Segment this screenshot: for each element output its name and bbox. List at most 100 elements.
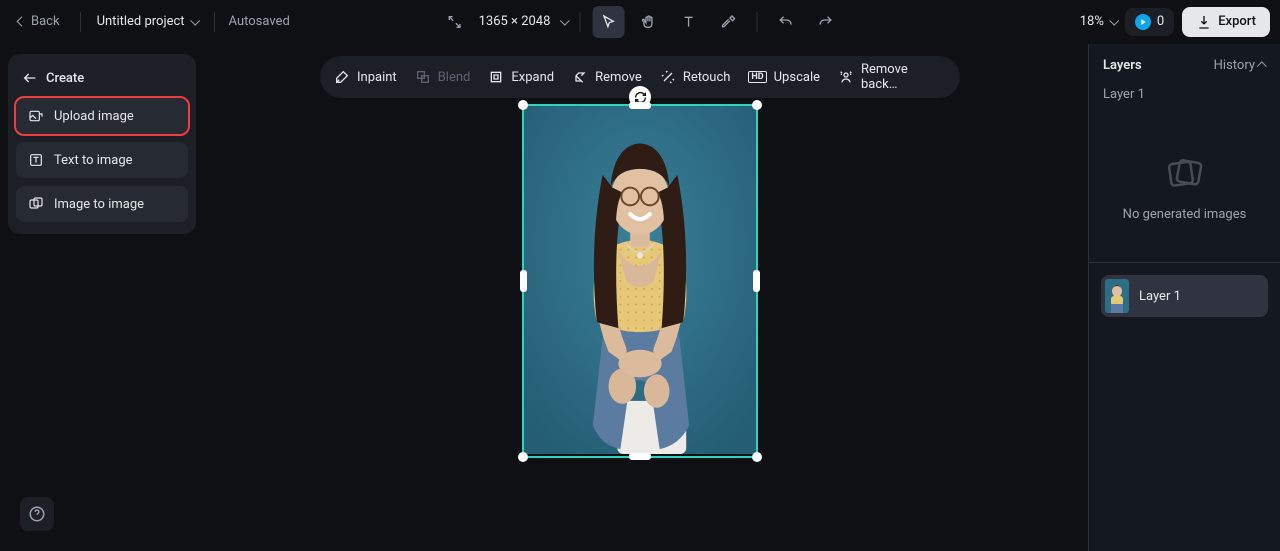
credits-value: 0 — [1157, 14, 1164, 29]
separator — [756, 12, 757, 32]
upscale-label: Upscale — [774, 70, 820, 85]
upload-image-icon — [28, 108, 44, 124]
blend-label: Blend — [438, 70, 471, 85]
pointer-icon — [600, 14, 616, 30]
remove-bg-label: Remove back… — [861, 62, 946, 92]
selection-bounding-box[interactable] — [522, 104, 758, 458]
blend-icon — [415, 69, 431, 85]
redo-icon — [817, 14, 833, 30]
main-area: Create Upload image Text to image Image … — [0, 44, 1280, 551]
separator — [214, 12, 215, 32]
autosaved-label: Autosaved — [229, 14, 290, 29]
layer-item[interactable]: Layer 1 — [1101, 275, 1268, 317]
chevron-left-icon — [17, 17, 27, 27]
canvas[interactable] — [522, 104, 758, 458]
upload-image-option[interactable]: Upload image — [16, 98, 188, 134]
canvas-image — [524, 106, 756, 454]
eyedropper-tool-button[interactable] — [712, 6, 744, 38]
selected-layer-name: Layer 1 — [1089, 79, 1280, 112]
blend-tool: Blend — [415, 69, 471, 85]
credits-icon — [1135, 14, 1151, 30]
project-name-dropdown[interactable]: Untitled project — [93, 8, 202, 35]
images-empty-icon — [1165, 153, 1205, 193]
hand-tool-button[interactable] — [632, 6, 664, 38]
upload-image-label: Upload image — [54, 109, 134, 124]
zoom-dropdown[interactable]: 18% — [1080, 14, 1117, 29]
autosave-status: Autosaved — [227, 8, 298, 35]
upscale-tool[interactable]: HD Upscale — [748, 70, 820, 85]
text-tool-button[interactable] — [672, 6, 704, 38]
back-button[interactable]: Back — [10, 8, 68, 35]
project-name: Untitled project — [97, 14, 185, 29]
image-to-image-option[interactable]: Image to image — [16, 186, 188, 222]
help-icon — [28, 505, 46, 523]
export-button[interactable]: Export — [1182, 7, 1270, 37]
eyedropper-icon — [720, 14, 736, 30]
collapse-arrow-icon — [22, 70, 38, 86]
chevron-down-icon — [1109, 16, 1119, 26]
text-icon — [680, 14, 696, 30]
top-bar: Back Untitled project Autosaved 1365 × 2… — [0, 0, 1280, 44]
resize-handle-right[interactable] — [753, 270, 760, 292]
create-label: Create — [46, 71, 84, 86]
inpaint-tool[interactable]: Inpaint — [334, 69, 397, 85]
undo-button[interactable] — [769, 6, 801, 38]
image-to-image-label: Image to image — [54, 197, 144, 212]
remove-icon — [572, 69, 588, 85]
canvas-dimensions-dropdown[interactable]: 1365 × 2048 — [479, 14, 568, 29]
resize-handle-bottom-left[interactable] — [518, 452, 528, 462]
retouch-icon — [660, 69, 676, 85]
resize-handle-left[interactable] — [520, 270, 527, 292]
text-to-image-label: Text to image — [54, 153, 133, 168]
layer-thumbnail — [1105, 279, 1129, 313]
dimensions-text: 1365 × 2048 — [479, 14, 551, 29]
zoom-value: 18% — [1080, 14, 1104, 29]
inpaint-label: Inpaint — [357, 70, 397, 85]
resize-handle-top-right[interactable] — [752, 100, 762, 110]
remove-tool[interactable]: Remove — [572, 69, 642, 85]
retouch-label: Retouch — [683, 70, 731, 85]
export-label: Export — [1218, 14, 1256, 29]
layer-list: Layer 1 — [1089, 263, 1280, 329]
chevron-down-icon — [190, 16, 200, 26]
chevron-up-icon — [1257, 61, 1267, 71]
text-to-image-icon — [28, 152, 44, 168]
back-label: Back — [31, 14, 60, 29]
layer-item-label: Layer 1 — [1139, 289, 1181, 304]
help-button[interactable] — [20, 497, 54, 531]
create-panel-header[interactable]: Create — [16, 64, 188, 98]
undo-icon — [777, 14, 793, 30]
fit-canvas-button[interactable] — [439, 6, 471, 38]
remove-bg-icon — [838, 69, 854, 85]
resize-handle-bottom[interactable] — [629, 453, 651, 460]
empty-state: No generated images — [1089, 112, 1280, 262]
create-panel: Create Upload image Text to image Image … — [8, 54, 196, 234]
text-to-image-option[interactable]: Text to image — [16, 142, 188, 178]
expand-tool[interactable]: Expand — [488, 69, 554, 85]
remove-background-tool[interactable]: Remove back… — [838, 62, 946, 92]
history-label: History — [1214, 58, 1255, 73]
history-toggle[interactable]: History — [1214, 58, 1266, 73]
resize-handle-bottom-right[interactable] — [752, 452, 762, 462]
credits-button[interactable]: 0 — [1125, 8, 1174, 36]
layers-panel: Layers History Layer 1 No generated imag… — [1088, 44, 1280, 551]
empty-state-text: No generated images — [1123, 207, 1247, 222]
resize-handle-top[interactable] — [629, 102, 651, 109]
remove-label: Remove — [595, 70, 642, 85]
inpaint-icon — [334, 69, 350, 85]
image-to-image-icon — [28, 196, 44, 212]
separator — [80, 12, 81, 32]
hand-icon — [640, 14, 656, 30]
resize-handle-top-left[interactable] — [518, 100, 528, 110]
redo-button[interactable] — [809, 6, 841, 38]
pointer-tool-button[interactable] — [592, 6, 624, 38]
expand-icon — [488, 69, 504, 85]
download-icon — [1196, 14, 1212, 30]
chevron-down-icon — [560, 16, 570, 26]
hd-icon: HD — [748, 71, 766, 83]
retouch-tool[interactable]: Retouch — [660, 69, 731, 85]
resize-icon — [447, 14, 463, 30]
expand-label: Expand — [511, 70, 554, 85]
layers-title: Layers — [1103, 58, 1142, 73]
separator — [579, 12, 580, 32]
